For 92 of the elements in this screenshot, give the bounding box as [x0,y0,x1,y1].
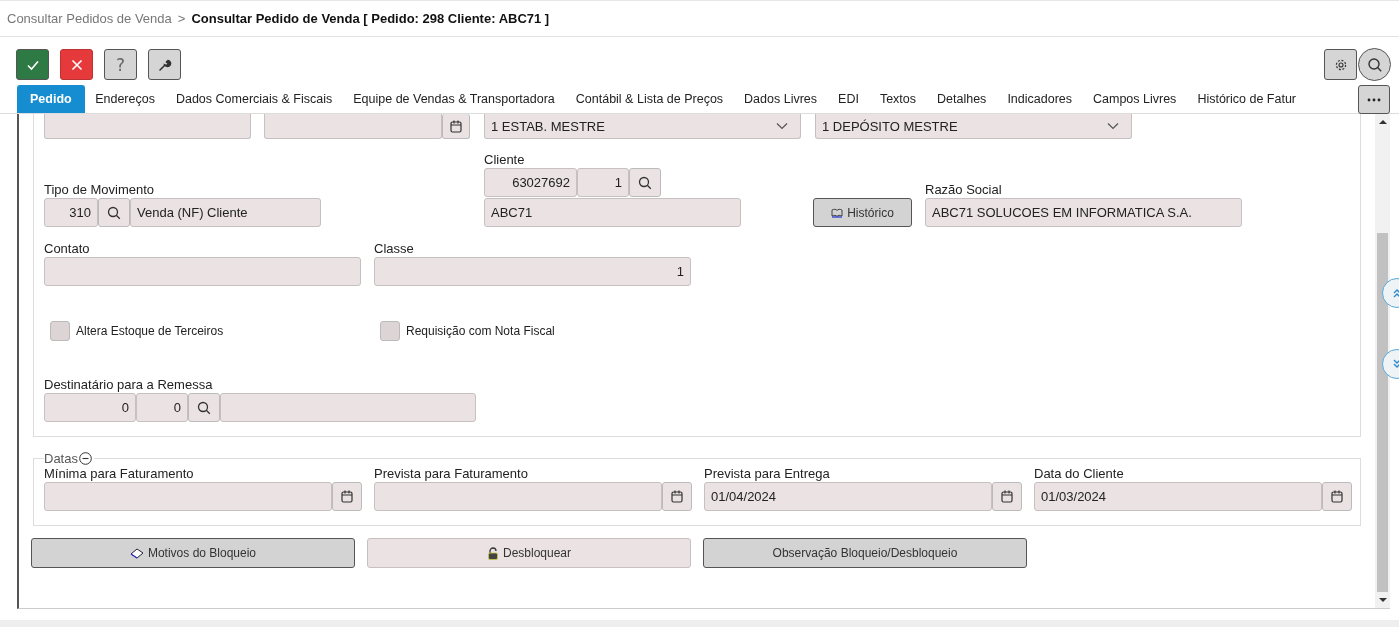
field-label: Cliente [484,152,525,167]
confirm-button[interactable] [16,49,49,80]
input-field[interactable] [44,257,361,286]
input-field[interactable] [44,114,251,139]
calendar-button[interactable] [662,482,692,511]
input-field[interactable]: 63027692 [484,168,577,197]
field-label: Classe [374,241,414,256]
select-field[interactable]: 1 DEPÓSITO MESTRE [815,114,1132,139]
calendar-icon [341,490,353,503]
double-chevron-down-icon [1392,359,1399,369]
search-icon [197,400,211,415]
action-button[interactable]: Desbloquear [367,538,691,568]
checkbox[interactable] [50,321,70,341]
tab[interactable]: Dados Livres [733,85,828,113]
section-title: Datas [44,451,78,466]
input-field[interactable]: 0 [44,393,136,422]
input-field[interactable]: 1 [577,168,629,197]
input-field[interactable] [220,393,476,422]
tab[interactable]: Detalhes [926,85,997,113]
lock-icon [486,546,499,560]
input-field[interactable]: 310 [44,198,98,227]
input-field[interactable]: ABC71 [484,198,741,227]
date-field[interactable] [374,482,662,511]
tab[interactable]: Equipe de Vendas & Transportadora [342,85,566,113]
calendar-icon [1001,490,1013,503]
tab[interactable]: Contábil & Lista de Preços [565,85,734,113]
breadcrumb-separator: > [177,11,186,26]
chevron-down-icon [1107,122,1119,130]
date-field[interactable]: 01/03/2024 [1034,482,1322,511]
calendar-button[interactable] [332,482,362,511]
search-icon [638,175,652,190]
calendar-button[interactable] [992,482,1022,511]
close-button[interactable] [60,49,93,80]
help-button[interactable]: ? [104,49,137,80]
calendar-icon [450,119,462,133]
tab[interactable]: Dados Comerciais & Fiscais [165,85,343,113]
date-field[interactable]: 01/04/2024 [704,482,992,511]
tab[interactable]: EDI [827,85,870,113]
ellipsis-icon [1367,97,1381,102]
field-label: Prevista para Faturamento [374,466,528,481]
double-chevron-up-icon [1392,288,1399,298]
input-field[interactable]: 0 [136,393,188,422]
checkbox-label: Requisição com Nota Fiscal [406,324,555,338]
arrow-up-icon [1378,119,1387,124]
field-label: Data do Cliente [1034,466,1124,481]
field-label: Contato [44,241,90,256]
field-label: Prevista para Entrega [704,466,830,481]
search-icon [107,205,121,220]
tab[interactable]: Indicadores [996,85,1083,113]
arrow-down-icon [1378,598,1387,603]
more-button[interactable] [1358,85,1390,114]
checkbox-label: Altera Estoque de Terceiros [76,324,224,338]
settings-icon [1333,57,1348,72]
search-button[interactable] [98,198,130,227]
field-label: Destinatário para a Remessa [44,377,213,392]
wrench-button[interactable] [148,49,181,80]
calendar-icon [1331,490,1343,503]
calendar-button[interactable] [442,114,470,139]
input-field[interactable] [264,114,442,139]
select-field[interactable]: 1 ESTAB. MESTRE [484,114,801,139]
tag-icon [129,547,144,559]
history-button[interactable]: Histórico [813,198,912,227]
action-button[interactable]: Motivos do Bloqueio [31,538,355,568]
input-field[interactable]: Venda (NF) Cliente [130,198,321,227]
input-field[interactable]: 1 [374,257,691,286]
checkbox[interactable] [380,321,400,341]
search-icon [1366,56,1383,73]
field-label: Tipo de Movimento [44,182,155,197]
tab[interactable]: Textos [869,85,927,113]
tab[interactable]: Endereços [84,85,166,113]
close-icon [69,57,84,72]
scrollbar[interactable] [1375,114,1390,608]
book-icon [831,207,844,218]
calendar-button[interactable] [1322,482,1352,511]
input-field[interactable]: ABC71 SOLUCOES EM INFORMATICA S.A. [925,198,1242,227]
breadcrumb-link[interactable]: Consultar Pedidos de Venda [7,11,172,26]
page-title: Consultar Pedido de Venda [ Pedido: 298 Cliente: ABC71 ] [191,11,550,26]
field-label: Razão Social [925,182,1002,197]
tab[interactable]: Histórico de Fatur [1186,85,1307,113]
wrench-icon [157,57,172,72]
tab[interactable]: Campos Livres [1082,85,1187,113]
chevron-down-icon [776,122,788,130]
action-button[interactable]: Observação Bloqueio/Desbloqueio [703,538,1027,568]
search-button[interactable] [629,168,661,197]
tab[interactable]: Pedido [17,85,85,113]
field-label: Mínima para Faturamento [44,466,194,481]
search-button[interactable] [188,393,220,422]
settings-button[interactable] [1324,49,1357,80]
calendar-icon [671,490,683,503]
search-button[interactable] [1358,48,1391,81]
date-field[interactable] [44,482,332,511]
collapse-icon[interactable] [78,452,92,465]
